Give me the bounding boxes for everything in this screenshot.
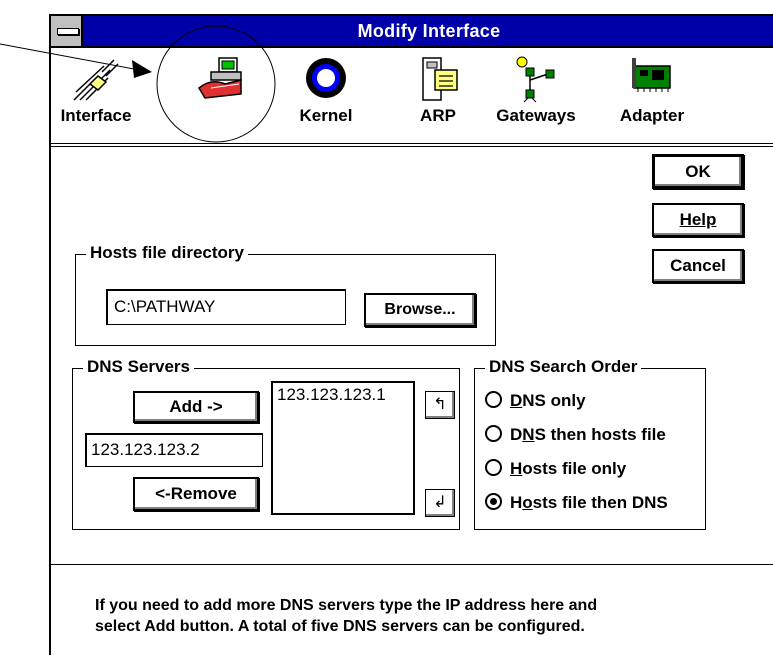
toolbar-label-gateways: Gateways: [496, 106, 576, 125]
dns-servers-group-title: DNS Servers: [83, 357, 195, 377]
dns-server-list-item[interactable]: 123.123.123.1: [277, 385, 409, 405]
toolbar-label-interface: Interface: [60, 106, 132, 125]
move-down-icon: ↲: [433, 494, 447, 511]
toolbar-item-gateways[interactable]: Gateways: [491, 48, 581, 148]
radio-hosts-then-dns[interactable]: Hosts file then DNS: [485, 493, 668, 513]
title-bar: Modify Interface: [51, 16, 773, 48]
toolbar-item-dns[interactable]: DNS: [176, 48, 266, 148]
toolbar-item-arp[interactable]: ARP: [393, 48, 483, 148]
radio-dns-then-hosts[interactable]: DNS then hosts file: [485, 425, 666, 445]
radio-hosts-only[interactable]: Hosts file only: [485, 459, 626, 479]
system-menu-button[interactable]: [51, 16, 83, 46]
kernel-icon: [306, 58, 346, 98]
interface-icon: [73, 59, 119, 101]
toolbar-item-kernel[interactable]: Kernel: [281, 48, 371, 148]
move-up-icon: ↰: [433, 396, 447, 413]
window-title: Modify Interface: [357, 21, 501, 41]
system-menu-icon: [57, 28, 79, 35]
hosts-path-field[interactable]: C:\PATHWAY: [106, 289, 346, 325]
toolbar-label-arp: ARP: [420, 106, 456, 125]
status-line-1: If you need to add more DNS servers type…: [95, 597, 598, 614]
radio-dns-only[interactable]: DNS only: [485, 391, 586, 411]
modify-interface-window: Modify Interface Interface DNS Kernel AR…: [49, 14, 773, 655]
adapter-icon: [632, 58, 671, 92]
dns-search-order-group-title: DNS Search Order: [485, 357, 642, 377]
cancel-button[interactable]: Cancel: [652, 249, 744, 283]
radio-circle-icon: [485, 425, 502, 442]
move-down-button[interactable]: ↲: [425, 489, 455, 517]
gateways-icon: [516, 56, 555, 103]
dns-servers-group: DNS Servers Add -> 123.123.123.2 <-Remov…: [72, 357, 460, 530]
dns-servers-list[interactable]: 123.123.123.1: [271, 381, 415, 515]
browse-button[interactable]: Browse...: [364, 293, 476, 327]
toolbar-label-adapter: Adapter: [619, 106, 685, 125]
toolbar-label-dns: DNS: [203, 106, 239, 125]
toolbar-divider: [51, 143, 773, 144]
status-line-2: select Add button. A total of five DNS s…: [95, 618, 585, 635]
arp-icon: [422, 57, 458, 101]
toolbar-divider-2: [51, 146, 773, 147]
toolbar-label-kernel: Kernel: [299, 106, 353, 125]
hosts-file-group-title: Hosts file directory: [86, 243, 248, 263]
add-dns-button[interactable]: Add ->: [133, 391, 259, 423]
toolbar-item-adapter[interactable]: Adapter: [607, 48, 697, 148]
radio-circle-icon: [485, 391, 502, 408]
move-up-button[interactable]: ↰: [425, 391, 455, 419]
radio-selected-icon: [485, 493, 502, 510]
status-text: If you need to add more DNS servers type…: [95, 595, 735, 637]
help-button[interactable]: Help: [652, 203, 744, 237]
status-bar: If you need to add more DNS servers type…: [51, 564, 773, 656]
ok-button[interactable]: OK: [652, 154, 744, 189]
toolbar-item-interface[interactable]: Interface: [51, 48, 141, 148]
hosts-file-group: Hosts file directory C:\PATHWAY Browse..…: [75, 243, 496, 346]
dns-icon: [198, 57, 242, 99]
remove-dns-button[interactable]: <-Remove: [133, 477, 259, 511]
toolbar: Interface DNS Kernel ARP Gateways Adapte…: [51, 48, 773, 148]
radio-circle-icon: [485, 459, 502, 476]
dns-search-order-group: DNS Search Order DNS only DNS then hosts…: [474, 357, 706, 530]
dns-server-input[interactable]: 123.123.123.2: [85, 433, 263, 467]
help-button-label: Help: [679, 210, 717, 229]
